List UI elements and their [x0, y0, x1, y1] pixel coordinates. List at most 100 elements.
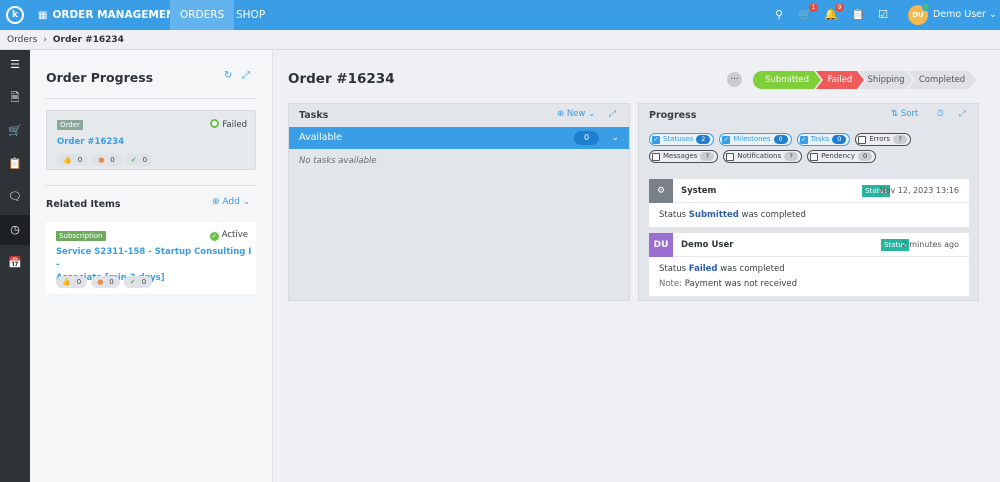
add-label: Add: [222, 197, 240, 207]
chat-icon[interactable]: 🗨: [0, 182, 30, 212]
sort-button[interactable]: ⇅ Sort: [891, 109, 918, 119]
cart-nav-icon[interactable]: 🛒: [0, 116, 30, 146]
app-name: ORDER MANAGEMENT: [52, 9, 182, 21]
notification-badge: 9: [835, 3, 844, 12]
available-count: 0: [574, 131, 599, 145]
event-text-prefix: Status: [659, 264, 687, 274]
filter-row-2: Messages? Notifications? Pendency 0: [649, 150, 877, 163]
check-circle-icon: ✓: [209, 232, 219, 241]
tab-orders[interactable]: ORDERS: [170, 0, 235, 30]
filter-milestones[interactable]: ✓ Milestones 0: [719, 133, 792, 146]
clipboard-clock-icon[interactable]: 📋: [851, 8, 865, 22]
tab-shop[interactable]: SHOP: [226, 0, 275, 30]
expand-icon[interactable]: ⤢: [959, 109, 966, 119]
filter-count: 0: [773, 135, 788, 144]
clipboard-nav-icon[interactable]: 📋: [0, 149, 30, 179]
checkbox-icon: [726, 152, 735, 161]
users-counter[interactable]: ● 0: [92, 154, 121, 166]
order-progress-title: Order Progress: [46, 70, 154, 85]
filter-label: Errors: [869, 135, 891, 143]
top-bar: k ▦ ORDER MANAGEMENT ORDERS SHOP ⚲ 🛒 1 🔔 9 …: [0, 0, 1000, 30]
checkbox-checked-icon: ✓: [722, 135, 731, 144]
bell-icon[interactable]: 🔔 9: [824, 3, 844, 22]
checks-counter[interactable]: ✔ 0: [123, 276, 153, 288]
order-card[interactable]: Order Failed Order #16234 👍 0 ● 0 ✔ 0: [46, 110, 256, 170]
breadcrumb-orders[interactable]: Orders: [7, 35, 37, 45]
menu-icon[interactable]: ☰: [0, 50, 30, 80]
expand-icon[interactable]: ⤢: [242, 70, 250, 81]
chevron-down-icon: ⌄: [242, 197, 251, 207]
event-note: Note: Payment was not received: [659, 279, 797, 289]
calendar-icon[interactable]: 📅: [0, 248, 30, 278]
filter-count: 0: [832, 135, 847, 144]
progress-event: DU Demo User Status 2 minutes ago Status…: [649, 233, 969, 296]
chevron-down-icon: ⌄: [588, 109, 596, 119]
filter-count: ?: [784, 152, 799, 161]
app-logo[interactable]: k: [6, 6, 24, 24]
checks-counter[interactable]: ✔ 0: [124, 154, 154, 166]
divider: [46, 98, 256, 99]
event-text-suffix: was completed: [720, 264, 785, 274]
step-failed[interactable]: Failed: [816, 71, 864, 89]
timer-icon[interactable]: ⏱: [937, 109, 944, 119]
status-label: Active: [221, 230, 248, 240]
breadcrumb-current: Order #16234: [52, 35, 124, 45]
note-label: Note:: [659, 279, 682, 289]
likes-counter[interactable]: 👍 0: [56, 276, 88, 288]
filter-tasks[interactable]: ✓ Tasks 0: [796, 133, 851, 146]
plus-circle-icon: ⊕: [212, 197, 220, 207]
filter-count: 0: [858, 152, 873, 161]
new-task-button[interactable]: ⊕ New ⌄: [557, 109, 595, 119]
users-counter[interactable]: ● 0: [91, 276, 120, 288]
checkbox-icon: [858, 135, 867, 144]
new-label: New: [566, 109, 586, 119]
checkbox-checked-icon: ✓: [652, 135, 660, 144]
check-circle-icon: ✔: [129, 278, 136, 286]
chevron-down-icon[interactable]: ⌄: [611, 127, 619, 149]
add-related-button[interactable]: ⊕ Add ⌄: [212, 197, 250, 207]
event-status: Submitted: [688, 210, 739, 220]
user-menu[interactable]: Demo User ⌄: [933, 0, 997, 30]
plus-circle-icon: ⊕: [557, 109, 565, 119]
filter-statuses[interactable]: ✓ Statuses 2: [649, 133, 715, 146]
event-header: ⚙ System Status Nov 12, 2023 13:16: [649, 179, 969, 203]
more-icon[interactable]: ⋯: [727, 72, 742, 87]
avatar[interactable]: DU: [908, 3, 930, 25]
failed-status-icon: [210, 119, 220, 128]
filter-notifications[interactable]: Notifications?: [723, 150, 803, 163]
filter-row-1: ✓ Statuses 2 ✓ Milestones 0 ✓ Tasks 0 Errors?: [649, 133, 912, 146]
cart-icon[interactable]: 🛒 1: [798, 3, 818, 22]
chevron-right-icon: ›: [43, 35, 47, 45]
checkbox-icon: [652, 152, 660, 161]
document-icon[interactable]: 🗎: [0, 83, 30, 113]
tasks-panel: Tasks ⊕ New ⌄ ⤢ Available 0 ⌄ No tasks a…: [288, 103, 630, 301]
clock-icon[interactable]: ◷: [0, 215, 30, 245]
likes-counter[interactable]: 👍 0: [57, 154, 89, 166]
filter-label: Statuses: [663, 135, 694, 143]
expand-icon[interactable]: ⤢: [609, 109, 616, 119]
related-item-card[interactable]: Subscription ✓ Active Service S2311-158 -…: [46, 222, 256, 294]
event-status: Failed: [688, 264, 718, 274]
step-completed[interactable]: Completed: [908, 71, 976, 89]
likes-count: 0: [77, 156, 83, 164]
step-submitted[interactable]: Submitted: [753, 71, 821, 89]
event-time: Nov 12, 2023 13:16: [879, 186, 959, 195]
search-icon[interactable]: ⚲: [772, 8, 786, 22]
order-link[interactable]: Order #16234: [57, 136, 124, 149]
filter-pendency[interactable]: Pendency 0: [807, 150, 877, 163]
status-badge: Failed: [210, 119, 247, 130]
app-menu-button[interactable]: ▦ ORDER MANAGEMENT: [38, 0, 182, 30]
filter-errors[interactable]: Errors?: [855, 133, 912, 146]
gear-icon: ⚙: [649, 179, 673, 203]
grid-icon: ▦: [38, 10, 48, 21]
available-group[interactable]: Available 0 ⌄: [289, 127, 629, 149]
empty-tasks-text: No tasks available: [299, 156, 377, 166]
clipboard-check-icon[interactable]: ☑: [876, 8, 890, 22]
refresh-icon[interactable]: ↻: [224, 70, 232, 81]
event-author: System: [681, 186, 717, 196]
user-name: Demo User: [933, 9, 986, 20]
step-shipping[interactable]: Shipping: [859, 71, 913, 89]
related-item-link-line1: Service S2311-158 - Startup Consulting I…: [56, 247, 252, 270]
filter-messages[interactable]: Messages?: [649, 150, 719, 163]
filter-label: Messages: [663, 152, 698, 160]
